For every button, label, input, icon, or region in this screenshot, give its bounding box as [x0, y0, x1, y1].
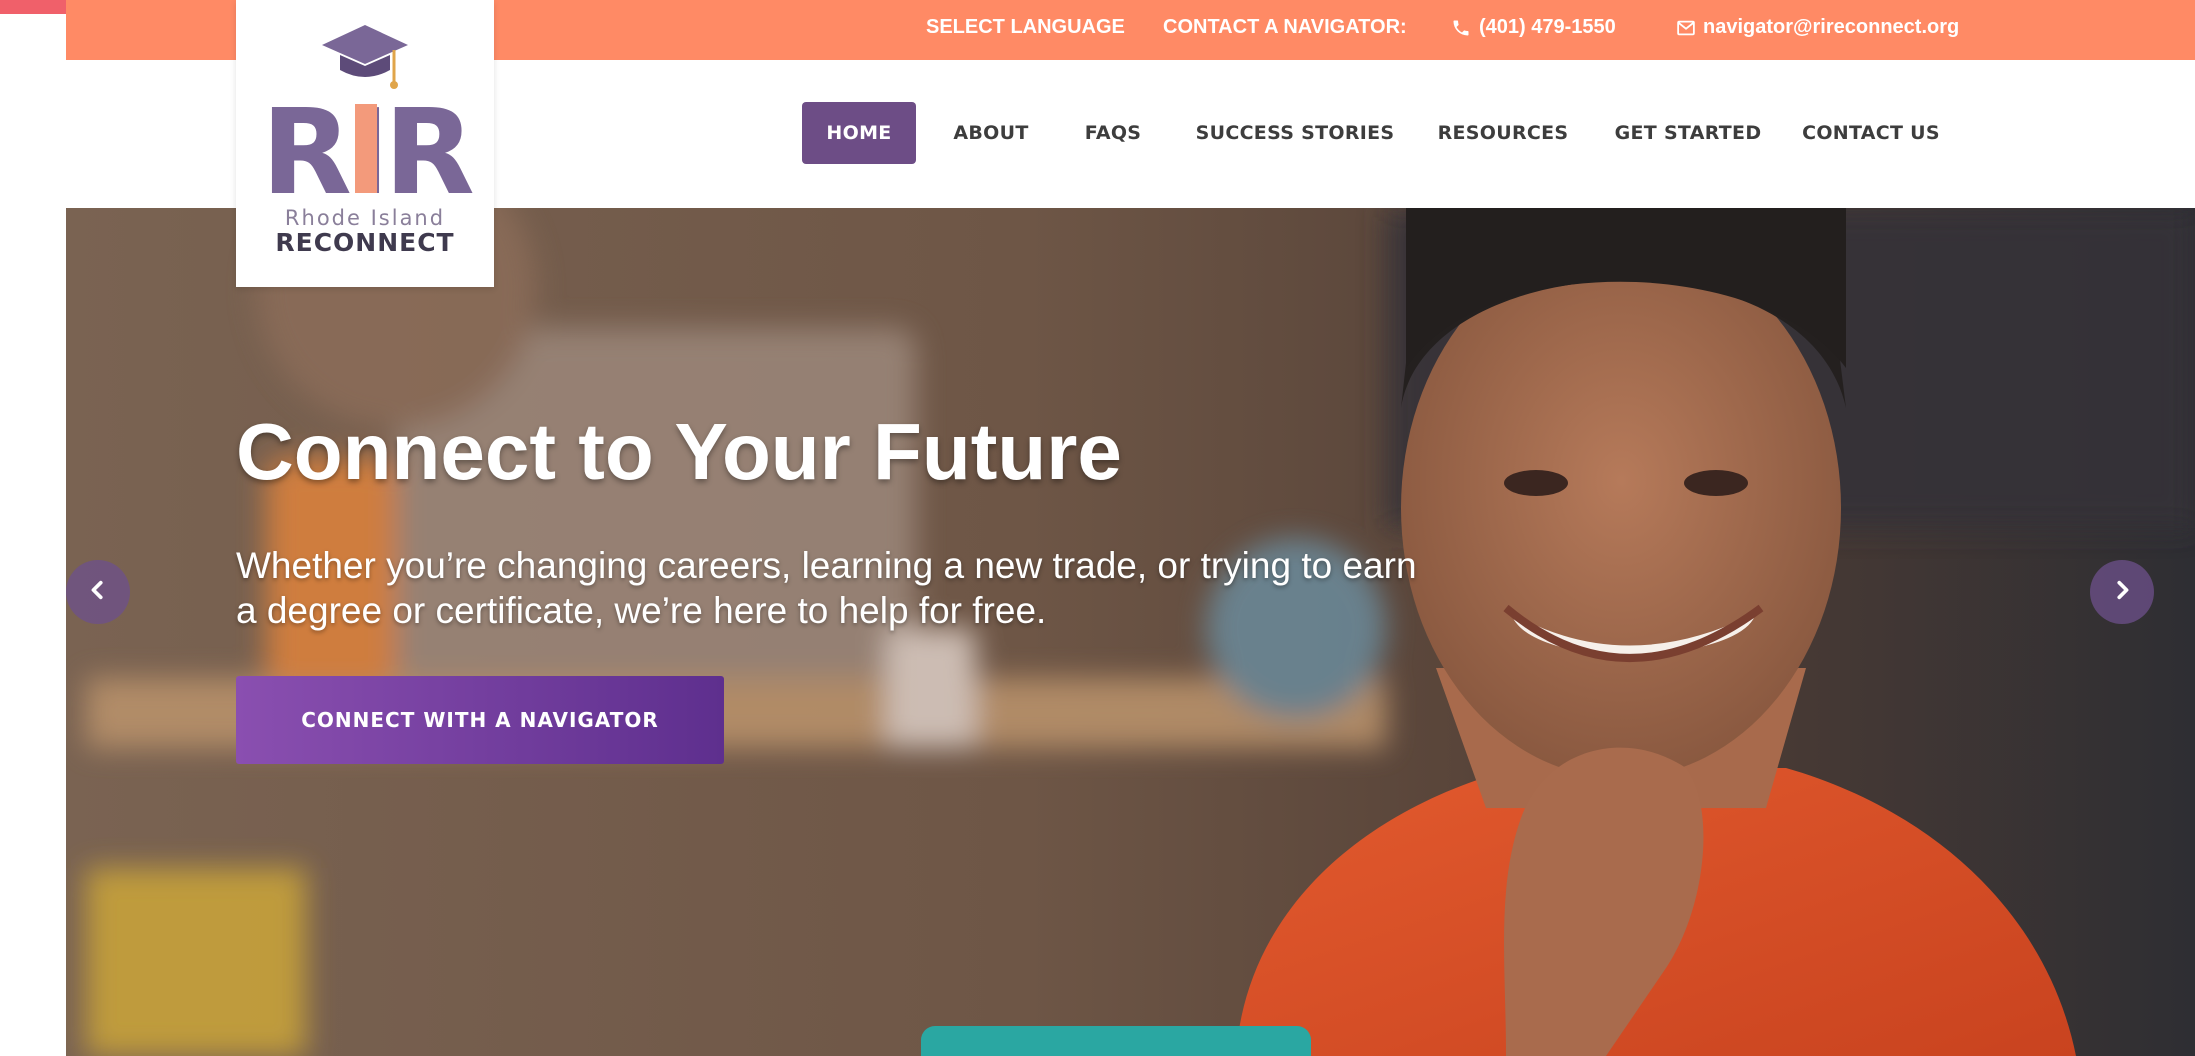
nav-faqs-label: FAQS — [1084, 122, 1142, 144]
hero-title: Connect to Your Future — [236, 407, 1122, 496]
email-link[interactable]: navigator@rireconnect.org — [1677, 16, 1959, 39]
page: SELECT LANGUAGE CONTACT A NAVIGATOR: (40… — [0, 0, 2195, 1056]
slider-prev-button[interactable] — [66, 560, 130, 624]
mail-icon — [1677, 20, 1695, 36]
chevron-left-icon — [87, 579, 109, 606]
nav-home-label: HOME — [826, 122, 892, 144]
logo-tagline-bottom: RECONNECT — [275, 228, 455, 257]
teal-object — [921, 1026, 1311, 1056]
nav-item-resources[interactable]: RESOURCES — [1428, 102, 1578, 164]
select-language-label: SELECT LANGUAGE — [926, 16, 1125, 38]
logo-mark: RIR — [261, 25, 479, 205]
phone-icon — [1451, 18, 1471, 38]
connect-navigator-button[interactable]: CONNECT WITH A NAVIGATOR — [236, 676, 724, 764]
chevron-right-icon — [2111, 579, 2133, 606]
nav-item-faqs[interactable]: FAQS — [1068, 102, 1158, 164]
site-logo[interactable]: RIR Rhode Island RECONNECT — [236, 0, 494, 287]
graduation-cap-icon — [322, 25, 408, 89]
nav-item-contact-us[interactable]: CONTACT US — [1796, 102, 1946, 164]
nav-about-label: ABOUT — [953, 122, 1029, 144]
nav-get-started-label: GET STARTED — [1614, 122, 1762, 144]
email-address: navigator@rireconnect.org — [1703, 16, 1960, 38]
nav-contact-us-label: CONTACT US — [1802, 122, 1940, 144]
hero-subtitle: Whether you’re changing careers, learnin… — [236, 545, 1417, 631]
phone-number: (401) 479-1550 — [1479, 16, 1616, 38]
nav-item-get-started[interactable]: GET STARTED — [1610, 102, 1766, 164]
nav-item-success-stories[interactable]: SUCCESS STORIES — [1190, 102, 1400, 164]
nav-item-home[interactable]: HOME — [802, 102, 916, 164]
contact-navigator-label: CONTACT A NAVIGATOR: — [1163, 16, 1407, 39]
select-language-link[interactable]: SELECT LANGUAGE — [926, 16, 1125, 39]
contact-navigator-text: CONTACT A NAVIGATOR: — [1163, 16, 1407, 38]
nav-resources-label: RESOURCES — [1437, 122, 1569, 144]
hero-slider: Connect to Your Future Whether you’re ch… — [66, 208, 2195, 1056]
connect-navigator-label: CONNECT WITH A NAVIGATOR — [301, 708, 659, 732]
nav-success-stories-label: SUCCESS STORIES — [1195, 122, 1395, 144]
logo-tagline-top: Rhode Island — [284, 206, 446, 230]
nav-item-about[interactable]: ABOUT — [936, 102, 1046, 164]
phone-link[interactable]: (401) 479-1550 — [1451, 16, 1616, 39]
slider-next-button[interactable] — [2090, 560, 2154, 624]
